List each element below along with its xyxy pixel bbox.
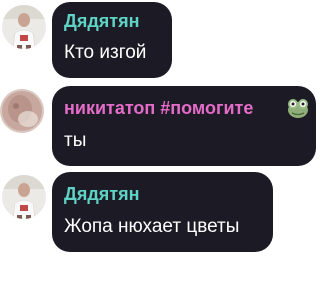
message-bubble: Дядятян Кто изгой [52, 2, 172, 78]
message-bubble: Дядятян Жопа нюхает цветы [52, 172, 273, 252]
message-bubble: никитатоп #помогите ты [52, 86, 316, 166]
frog-sticker-icon [286, 96, 310, 120]
chat-message: Дядятян Кто изгой [0, 0, 320, 82]
chat-message: никитатоп #помогите ты [0, 84, 320, 168]
message-text: Кто изгой [64, 42, 147, 63]
author-name[interactable]: Дядятян [64, 11, 139, 32]
message-text: ты [64, 130, 87, 151]
avatar[interactable] [2, 175, 46, 219]
message-text: Жопа нюхает цветы [64, 216, 240, 237]
avatar[interactable] [0, 89, 44, 133]
chat-message: Дядятян Жопа нюхает цветы [0, 170, 320, 254]
author-name[interactable]: Дядятян [64, 184, 139, 205]
author-name[interactable]: никитатоп #помогите [64, 98, 253, 119]
avatar[interactable] [2, 5, 46, 49]
